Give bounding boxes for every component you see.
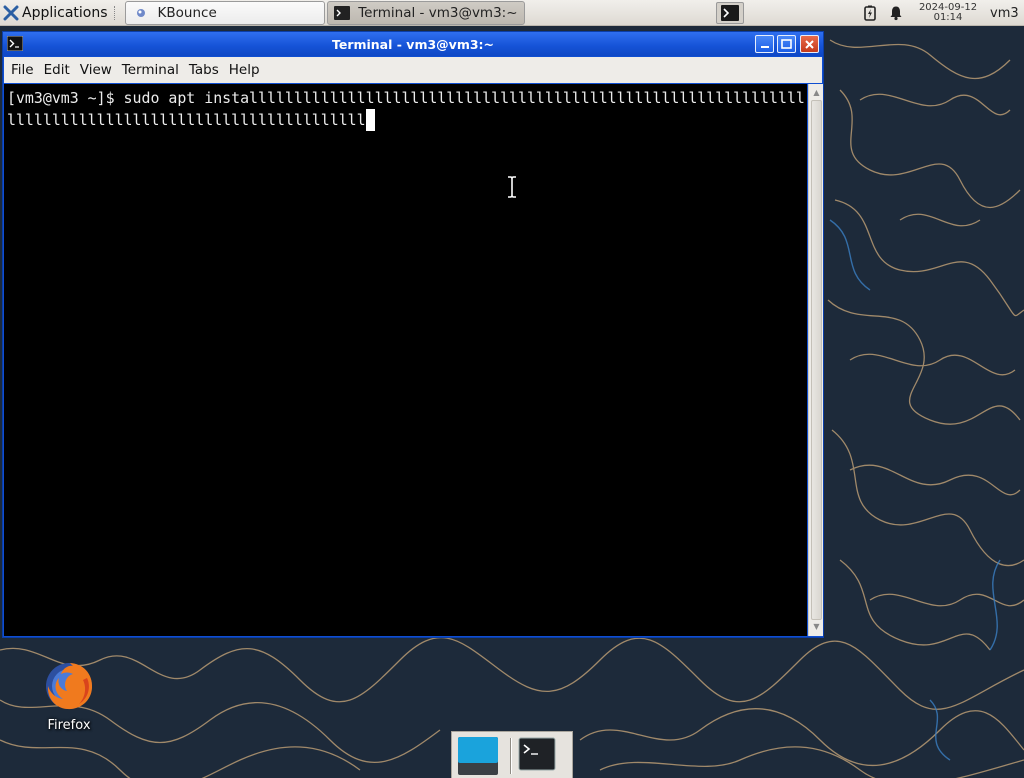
minimize-button[interactable] <box>755 35 774 53</box>
scrollbar-thumb[interactable] <box>811 100 822 620</box>
menu-help[interactable]: Help <box>224 62 265 78</box>
panel-separator <box>113 5 120 20</box>
show-desktop-icon <box>458 737 498 775</box>
desktop-icon-firefox[interactable]: Firefox <box>36 660 102 740</box>
dock-terminal-button[interactable] <box>518 736 560 776</box>
close-button[interactable] <box>800 35 819 53</box>
taskbar-item-kbounce[interactable]: KBounce <box>124 0 325 25</box>
menu-file[interactable]: File <box>6 62 39 78</box>
notification-bell-icon[interactable] <box>888 5 904 21</box>
terminal-icon <box>721 5 739 21</box>
system-tray: 2024-09-12 01:14 vm3 <box>852 0 1022 26</box>
battery-icon[interactable] <box>862 5 878 21</box>
menu-terminal[interactable]: Terminal <box>117 62 184 78</box>
maximize-icon <box>781 39 792 49</box>
taskbar-item-label: KBounce <box>157 4 217 21</box>
window-titlebar[interactable]: Terminal - vm3@vm3:~ <box>3 32 823 56</box>
kbounce-icon <box>132 5 150 21</box>
minimize-icon <box>760 46 769 48</box>
panel-clock[interactable]: 2024-09-12 01:14 <box>918 3 978 23</box>
terminal-text: [vm3@vm3 ~]$ sudo apt installlllllllllll… <box>7 87 805 131</box>
terminal-icon <box>518 737 556 771</box>
shell-prompt: [vm3@vm3 ~]$ <box>7 89 124 107</box>
scroll-up-arrow-icon[interactable]: ▲ <box>811 88 822 100</box>
window-title: Terminal - vm3@vm3:~ <box>331 37 495 52</box>
applications-label: Applications <box>22 4 108 21</box>
xfce-logo-icon <box>3 5 19 20</box>
menu-tabs[interactable]: Tabs <box>184 62 224 78</box>
terminal-output-area[interactable]: [vm3@vm3 ~]$ sudo apt installlllllllllll… <box>4 84 807 636</box>
user-menu-label[interactable]: vm3 <box>990 6 1019 21</box>
applications-menu-button[interactable]: Applications <box>0 0 112 26</box>
menu-view[interactable]: View <box>75 62 117 78</box>
scroll-down-arrow-icon[interactable]: ▼ <box>811 622 822 634</box>
dock-separator <box>510 738 512 774</box>
terminal-icon <box>333 5 351 21</box>
typed-command: sudo apt installllllllllllllllllllllllll… <box>7 89 805 129</box>
menu-edit[interactable]: Edit <box>39 62 75 78</box>
terminal-launcher-button[interactable] <box>716 2 744 24</box>
close-icon <box>805 39 814 49</box>
bottom-dock <box>451 731 573 778</box>
taskbar-item-label: Terminal - vm3@vm3:~ <box>358 4 518 21</box>
top-panel: Applications KBounce Terminal - vm3@vm3:… <box>0 0 1024 26</box>
terminal-window: Terminal - vm3@vm3:~ File Edit View Term… <box>2 31 824 638</box>
terminal-scrollbar[interactable]: ▲ ▼ <box>808 84 823 636</box>
show-desktop-button[interactable] <box>457 736 499 776</box>
taskbar-item-terminal[interactable]: Terminal - vm3@vm3:~ <box>326 0 525 25</box>
ibeam-cursor-icon <box>508 176 516 198</box>
desktop-icon-label: Firefox <box>47 718 91 733</box>
maximize-button[interactable] <box>777 35 796 53</box>
terminal-menubar: File Edit View Terminal Tabs Help <box>4 57 822 83</box>
text-cursor <box>365 109 375 131</box>
clock-time: 01:14 <box>933 12 963 23</box>
firefox-icon <box>46 663 93 710</box>
